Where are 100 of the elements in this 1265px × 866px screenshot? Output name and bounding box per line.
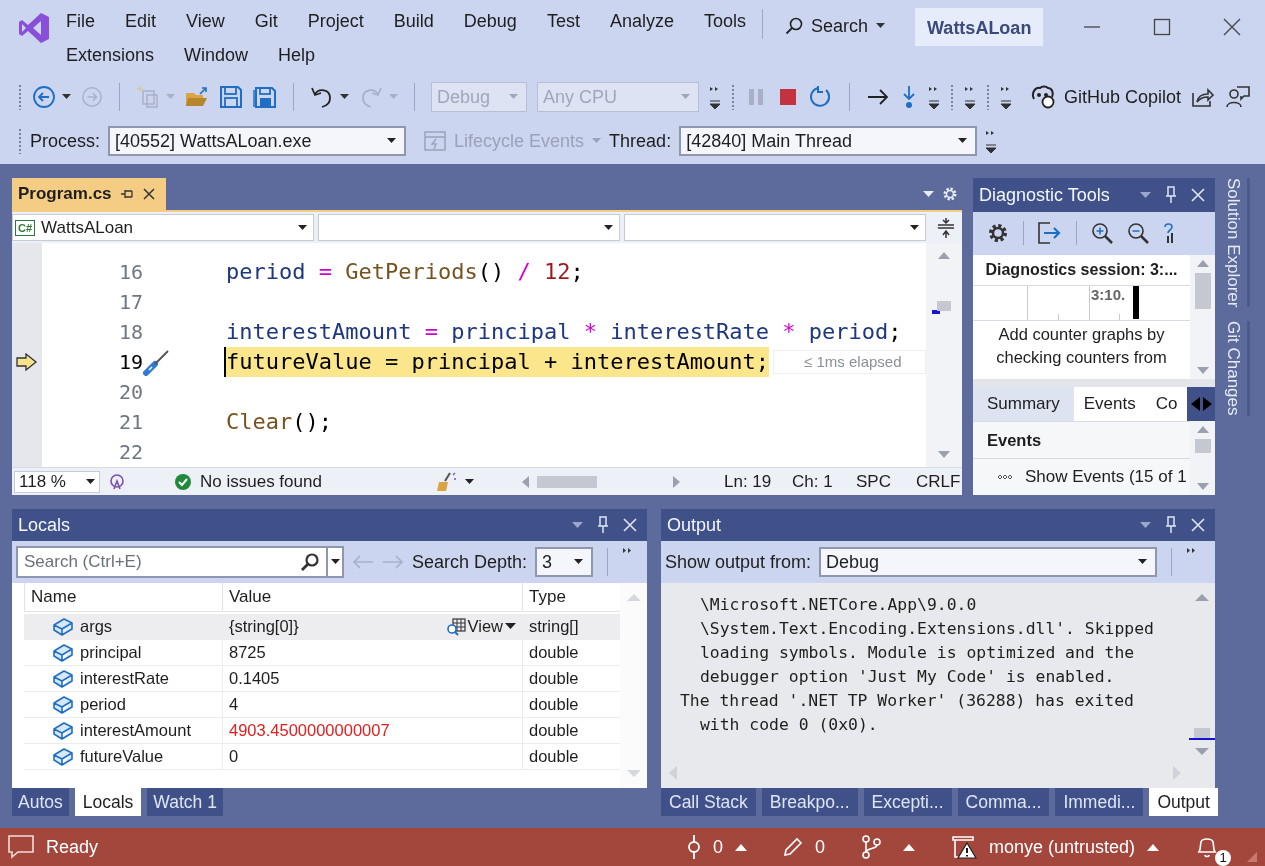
table-row[interactable]: period 4 double — [24, 692, 620, 718]
screwdriver-icon[interactable] — [143, 348, 171, 376]
scroll-up-icon[interactable] — [938, 251, 950, 259]
menu-item[interactable]: Debug — [463, 4, 517, 38]
undo-icon[interactable] — [310, 85, 334, 109]
maximize-icon[interactable] — [1153, 18, 1172, 36]
panel-tab[interactable]: Call Stack — [661, 788, 756, 816]
menu-item[interactable]: Window — [184, 38, 249, 72]
scroll-up-icon[interactable] — [1195, 593, 1209, 601]
caret-icon[interactable] — [340, 94, 349, 100]
search-field[interactable]: Search (Ctrl+E) — [16, 546, 328, 578]
scroll-thumb[interactable] — [1194, 272, 1211, 309]
panel-tab[interactable]: Output — [1149, 788, 1218, 816]
save-icon[interactable] — [219, 85, 243, 109]
scroll-down-icon[interactable] — [1196, 367, 1209, 376]
menu-item[interactable]: Test — [546, 4, 580, 38]
zoom-out-icon[interactable] — [1127, 222, 1149, 245]
panel-tab[interactable]: Excepti... — [863, 788, 952, 816]
scroll-down-icon[interactable] — [938, 451, 950, 459]
panel-tab[interactable]: Autos — [12, 788, 69, 816]
split-icon[interactable] — [936, 216, 956, 239]
resize-grip-icon[interactable] — [1245, 850, 1259, 864]
toolbar-gripper[interactable] — [731, 84, 735, 110]
step-into-icon[interactable] — [900, 85, 918, 109]
back-icon[interactable] — [32, 85, 56, 109]
panel-tab[interactable]: Breakpo... — [761, 788, 858, 816]
save-all-icon[interactable] — [253, 85, 277, 109]
column-header[interactable]: Name — [24, 583, 222, 611]
column-indicator[interactable]: Ch: 1 — [792, 471, 848, 492]
table-row[interactable]: principal 8725 double — [24, 640, 620, 666]
menu-item[interactable]: File — [66, 4, 95, 38]
settings-icon[interactable] — [942, 186, 958, 202]
copilot-button[interactable]: GitHub Copilot — [1030, 85, 1182, 109]
branch-button[interactable] — [860, 835, 915, 859]
caret-icon[interactable] — [62, 94, 71, 100]
table-row[interactable]: args {string[0]} View string[] — [24, 614, 620, 640]
menu-item[interactable]: Help — [278, 38, 316, 72]
cleanup-brush-icon[interactable] — [435, 471, 457, 492]
feedback-icon[interactable] — [1225, 85, 1252, 109]
overflow-icon[interactable] — [1000, 84, 1012, 110]
scroll-up-icon[interactable] — [1196, 258, 1209, 267]
whitespace-indicator[interactable]: SPC — [856, 471, 908, 492]
menu-item[interactable]: Edit — [125, 4, 157, 38]
caret-icon[interactable] — [465, 478, 474, 485]
export-icon[interactable] — [1038, 222, 1062, 245]
scroll-up-icon[interactable] — [1196, 425, 1209, 433]
project-dropdown[interactable]: C# WattsALoan — [12, 214, 314, 241]
scroll-right-icon[interactable] — [673, 475, 680, 488]
overflow-icon[interactable] — [964, 84, 976, 110]
stop-icon[interactable] — [777, 86, 799, 108]
pin-icon[interactable] — [1165, 516, 1177, 534]
menu-item[interactable]: Project — [307, 4, 364, 38]
scroll-left-icon[interactable] — [522, 475, 529, 488]
pending-changes-button[interactable]: 0 — [782, 836, 825, 858]
zoom-dropdown[interactable]: 118 % — [14, 470, 100, 493]
menu-item[interactable]: Analyze — [609, 4, 674, 38]
pin-icon[interactable] — [119, 187, 134, 201]
tab-scroll-buttons[interactable] — [1187, 387, 1215, 421]
output-message-icon[interactable] — [8, 835, 34, 859]
process-dropdown[interactable]: [40552] WattsALoan.exe — [108, 126, 407, 156]
search-depth-dropdown[interactable]: 3 — [535, 547, 594, 577]
menu-item[interactable]: Git — [254, 4, 278, 38]
scroll-down-icon[interactable] — [1195, 748, 1209, 756]
document-tab[interactable]: Program.cs — [12, 178, 166, 210]
repository-button[interactable]: monye (untrusted) — [950, 835, 1159, 859]
incoming-commits-button[interactable]: 0 — [686, 834, 747, 860]
menu-item[interactable]: Build — [393, 4, 434, 38]
table-row[interactable]: interestRate 0.1405 double — [24, 666, 620, 692]
scroll-thumb[interactable] — [537, 475, 597, 488]
zoom-in-icon[interactable] — [1091, 222, 1113, 245]
side-tab[interactable]: Git Changes — [1220, 321, 1250, 416]
overflow-icon[interactable] — [985, 128, 998, 154]
toolbar-gripper[interactable] — [950, 84, 954, 110]
panel-tab[interactable]: Watch 1 — [147, 788, 223, 816]
reset-chart-icon[interactable] — [1163, 222, 1175, 245]
share-icon[interactable] — [1191, 85, 1216, 109]
overflow-icon[interactable] — [622, 547, 633, 555]
panel-tab[interactable]: Locals — [74, 788, 142, 816]
close-icon[interactable] — [141, 187, 156, 201]
search-button[interactable]: Search — [785, 14, 886, 38]
panel-tab[interactable]: Summary — [973, 387, 1074, 421]
menu-item[interactable]: Tools — [703, 4, 746, 38]
output-source-dropdown[interactable]: Debug — [819, 547, 1158, 577]
scroll-down-icon[interactable] — [1196, 483, 1209, 491]
intellicode-icon[interactable] — [108, 472, 126, 491]
view-button[interactable]: View — [445, 617, 522, 636]
side-tab[interactable]: Solution Explorer — [1220, 178, 1250, 308]
issues-status[interactable]: No issues found — [200, 471, 322, 492]
pin-icon[interactable] — [1165, 186, 1177, 204]
close-icon[interactable] — [1223, 18, 1242, 36]
search-icon[interactable] — [300, 552, 320, 572]
overflow-icon[interactable] — [709, 84, 721, 110]
search-options-dropdown[interactable] — [328, 546, 344, 578]
menu-item[interactable]: Extensions — [66, 38, 155, 72]
thread-dropdown[interactable]: [42840] Main Thread — [679, 126, 978, 156]
toolbar-gripper[interactable] — [986, 84, 990, 110]
scroll-right-icon[interactable] — [1202, 397, 1212, 412]
settings-icon[interactable] — [987, 222, 1009, 245]
show-events-link[interactable]: Show Events (15 of 1 — [1025, 467, 1187, 487]
table-row[interactable]: futureValue 0 double — [24, 744, 620, 770]
